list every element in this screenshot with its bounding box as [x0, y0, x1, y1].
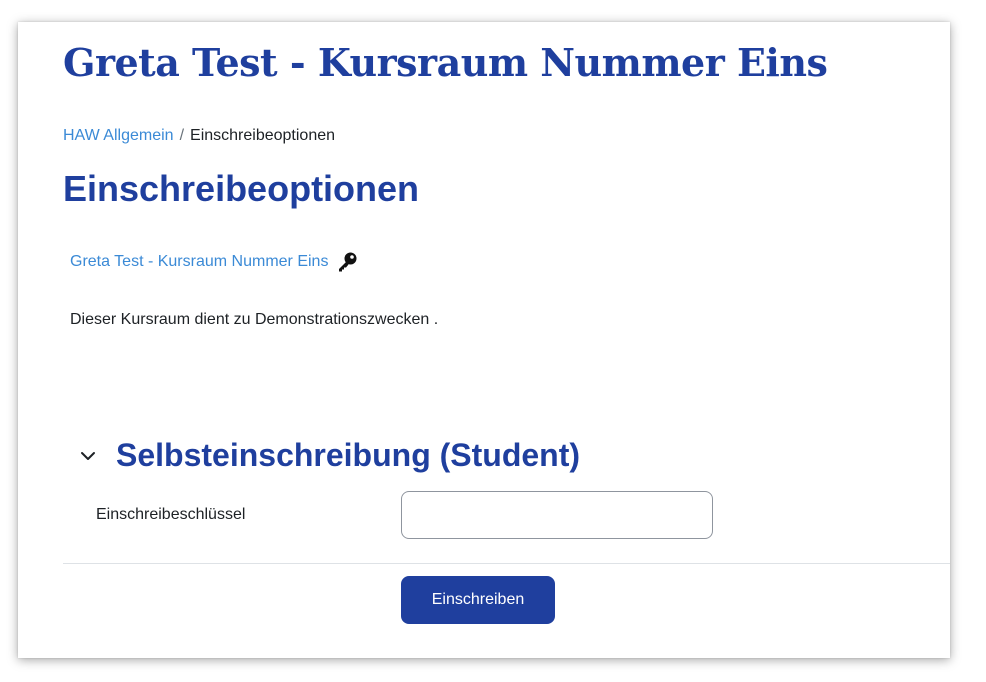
breadcrumb: HAW Allgemein / Einschreibeoptionen: [63, 127, 335, 145]
breadcrumb-item-haw-allgemein[interactable]: HAW Allgemein: [63, 127, 174, 144]
course-link-row: Greta Test - Kursraum Nummer Eins: [70, 251, 358, 273]
chevron-down-icon[interactable]: [78, 446, 98, 466]
course-summary: Dieser Kursraum dient zu Demonstrationsz…: [70, 311, 439, 328]
enrol-button[interactable]: Einschreiben: [401, 576, 555, 624]
enrolment-section-title: Selbsteinschreibung (Student): [116, 437, 581, 473]
enrolment-page: Greta Test - Kursraum Nummer Eins HAW Al…: [18, 22, 950, 658]
enrolment-key-label: Einschreibeschlüssel: [96, 506, 246, 523]
enrolment-key-input[interactable]: [401, 491, 713, 539]
course-title: Greta Test - Kursraum Nummer Eins: [63, 40, 828, 85]
form-divider: [63, 563, 950, 564]
course-link[interactable]: Greta Test - Kursraum Nummer Eins: [70, 253, 328, 271]
breadcrumb-item-current: Einschreibeoptionen: [190, 127, 336, 144]
enrolment-section-header: Selbsteinschreibung (Student): [78, 437, 580, 474]
page-title: Einschreibeoptionen: [63, 168, 420, 209]
breadcrumb-separator: /: [179, 127, 185, 144]
key-icon: [336, 251, 358, 273]
